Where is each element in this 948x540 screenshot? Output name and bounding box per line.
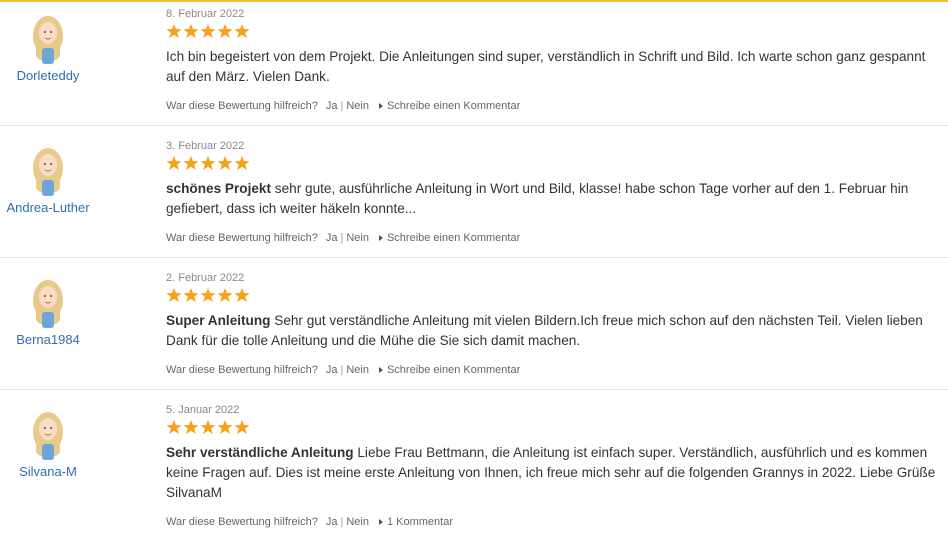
star-rating: [166, 419, 944, 437]
reviewer: Andrea-Luther: [0, 146, 96, 215]
arrow-right-icon: [378, 103, 383, 109]
star-icon: [217, 156, 233, 170]
username-link[interactable]: Berna1984: [0, 332, 96, 347]
review-text: Ich bin begeistert von dem Projekt. Die …: [166, 47, 944, 87]
star-rating: [166, 23, 944, 41]
helpful-label: War diese Bewertung hilfreich?: [166, 364, 318, 376]
avatar[interactable]: [0, 410, 96, 460]
star-icon: [183, 156, 199, 170]
star-icon: [217, 24, 233, 38]
star-icon: [234, 24, 250, 38]
avatar-icon: [33, 280, 63, 328]
star-icon: [166, 288, 182, 302]
review-date: 3. Februar 2022: [166, 140, 245, 152]
review-text: schönes Projekt sehr gute, ausführliche …: [166, 179, 944, 219]
review-body: Sehr gut verständliche Anleitung mit vie…: [166, 313, 923, 348]
review-item: Silvana-M 5. Januar 2022 Sehr verständli…: [0, 390, 948, 540]
star-icon: [200, 156, 216, 170]
arrow-right-icon: [378, 519, 383, 525]
review-date: 5. Januar 2022: [166, 404, 240, 416]
helpful-no-link[interactable]: Nein: [346, 232, 369, 244]
helpful-yes-link[interactable]: Ja: [326, 232, 338, 244]
star-icon: [200, 420, 216, 434]
comment-link[interactable]: Schreibe einen Kommentar: [387, 100, 520, 112]
avatar[interactable]: [0, 278, 96, 328]
star-icon: [234, 156, 250, 170]
arrow-right-icon: [378, 367, 383, 373]
separator: |: [340, 100, 344, 112]
star-icon: [166, 24, 182, 38]
helpful-label: War diese Bewertung hilfreich?: [166, 516, 318, 528]
star-icon: [217, 288, 233, 302]
helpful-label: War diese Bewertung hilfreich?: [166, 100, 318, 112]
comments-count-link[interactable]: 1 Kommentar: [387, 516, 453, 528]
username-link[interactable]: Andrea-Luther: [0, 200, 96, 215]
separator: |: [340, 516, 344, 528]
avatar-icon: [33, 148, 63, 196]
helpful-no-link[interactable]: Nein: [346, 100, 369, 112]
star-icon: [183, 288, 199, 302]
review-date: 8. Februar 2022: [166, 8, 245, 20]
star-rating: [166, 287, 944, 305]
reviewer: Silvana-M: [0, 410, 96, 479]
review-title: Sehr verständliche Anleitung: [166, 445, 354, 460]
helpful-yes-link[interactable]: Ja: [326, 364, 338, 376]
star-rating: [166, 155, 944, 173]
comment-link[interactable]: Schreibe einen Kommentar: [387, 364, 520, 376]
star-icon: [234, 288, 250, 302]
review-text: Sehr verständliche Anleitung Liebe Frau …: [166, 443, 944, 503]
star-icon: [200, 24, 216, 38]
review-date: 2. Februar 2022: [166, 272, 245, 284]
review-title: Super Anleitung: [166, 313, 271, 328]
arrow-right-icon: [378, 235, 383, 241]
reviewer: Berna1984: [0, 278, 96, 347]
helpful-no-link[interactable]: Nein: [346, 516, 369, 528]
star-icon: [217, 420, 233, 434]
review-body: Ich bin begeistert von dem Projekt. Die …: [166, 49, 926, 84]
avatar-icon: [33, 16, 63, 64]
review-item: Andrea-Luther 3. Februar 2022 schönes Pr…: [0, 126, 948, 257]
star-icon: [234, 420, 250, 434]
username-link[interactable]: Silvana-M: [0, 464, 96, 479]
comment-link[interactable]: Schreibe einen Kommentar: [387, 232, 520, 244]
separator: |: [340, 232, 344, 244]
helpful-label: War diese Bewertung hilfreich?: [166, 232, 318, 244]
separator: |: [340, 364, 344, 376]
helpful-bar: War diese Bewertung hilfreich? Ja | Nein…: [166, 364, 520, 376]
helpful-bar: War diese Bewertung hilfreich? Ja | Nein…: [166, 232, 520, 244]
avatar[interactable]: [0, 14, 96, 64]
reviewer: Dorleteddy: [0, 14, 96, 83]
helpful-no-link[interactable]: Nein: [346, 364, 369, 376]
username-link[interactable]: Dorleteddy: [0, 68, 96, 83]
avatar-icon: [33, 412, 63, 460]
helpful-bar: War diese Bewertung hilfreich? Ja | Nein…: [166, 100, 520, 112]
helpful-bar: War diese Bewertung hilfreich? Ja | Nein…: [166, 516, 453, 528]
review-body: sehr gute, ausführliche Anleitung in Wor…: [166, 181, 909, 216]
review-item: Berna1984 2. Februar 2022 Super Anleitun…: [0, 258, 948, 389]
review-text: Super Anleitung Sehr gut verständliche A…: [166, 311, 944, 351]
avatar[interactable]: [0, 146, 96, 196]
star-icon: [166, 420, 182, 434]
star-icon: [166, 156, 182, 170]
star-icon: [183, 24, 199, 38]
helpful-yes-link[interactable]: Ja: [326, 100, 338, 112]
star-icon: [183, 420, 199, 434]
helpful-yes-link[interactable]: Ja: [326, 516, 338, 528]
review-title: schönes Projekt: [166, 181, 272, 196]
star-icon: [200, 288, 216, 302]
review-item: Dorleteddy 8. Februar 2022 Ich bin begei…: [0, 0, 948, 125]
